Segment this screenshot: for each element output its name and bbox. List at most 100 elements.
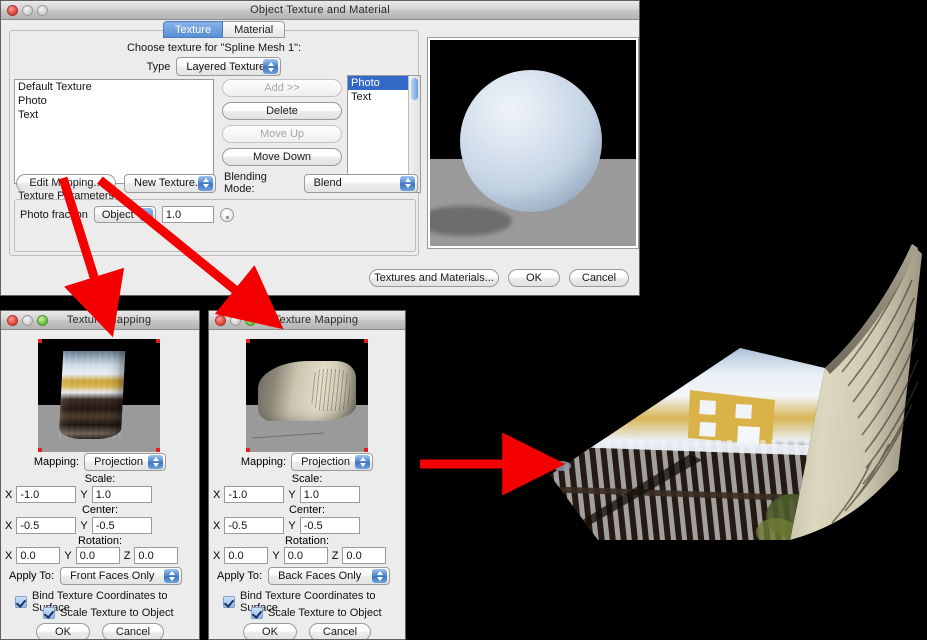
selection-handle[interactable]	[156, 339, 160, 343]
rotation-y-label: Y	[64, 549, 72, 562]
center-y-input[interactable]: -0.5	[91, 517, 152, 534]
checkbox-icon[interactable]	[15, 596, 27, 608]
zoom-icon[interactable]	[37, 4, 48, 16]
window-controls[interactable]	[1, 314, 48, 326]
checkbox-icon[interactable]	[43, 607, 55, 619]
center-label: Center:	[81, 504, 119, 516]
blending-mode-value: Blend	[313, 177, 342, 189]
minimize-icon[interactable]	[22, 4, 33, 16]
parameter-source-dropdown[interactable]: Object	[93, 206, 156, 223]
center-x-input[interactable]: -0.5	[224, 517, 285, 534]
tab-material[interactable]: Material	[223, 21, 286, 38]
mapping-type-dropdown[interactable]: Projection	[291, 453, 374, 471]
parameter-value-field[interactable]: 1.0	[161, 206, 214, 223]
move-up-button[interactable]: Move Up	[222, 125, 342, 143]
list-item[interactable]: Text	[15, 108, 213, 122]
selection-handle[interactable]	[364, 448, 368, 452]
rotation-label: Rotation:	[284, 535, 330, 547]
texture-type-dropdown[interactable]: Layered Texture	[176, 57, 282, 76]
window-controls[interactable]	[209, 314, 256, 326]
selection-handle[interactable]	[38, 448, 42, 452]
center-x-label: X	[213, 519, 221, 532]
cancel-button[interactable]: Cancel	[102, 623, 164, 639]
delete-button[interactable]: Delete	[222, 102, 342, 120]
texture-type-value: Layered Texture	[186, 60, 266, 73]
blending-mode-dropdown[interactable]: Blend	[303, 173, 418, 193]
scale-x-label: X	[213, 488, 221, 501]
ok-button[interactable]: OK	[243, 623, 297, 639]
rotation-z-input[interactable]: 0.0	[134, 547, 179, 564]
tab-texture[interactable]: Texture	[163, 21, 224, 38]
choose-texture-prompt: Choose texture for "Spline Mesh 1":	[126, 42, 302, 54]
textures-and-materials-button[interactable]: Textures and Materials...	[369, 269, 499, 287]
ok-button[interactable]: OK	[36, 623, 90, 639]
rotation-label: Rotation:	[77, 535, 123, 547]
mesh-corner-highlight	[553, 461, 571, 471]
checkbox-icon[interactable]	[223, 596, 235, 608]
center-y-label: Y	[288, 519, 296, 532]
minimize-icon[interactable]	[230, 314, 241, 326]
checkbox-icon[interactable]	[251, 607, 263, 619]
scale-texture-checkbox-row[interactable]: Scale Texture to Object	[43, 607, 174, 619]
mapping-type-dropdown[interactable]: Projection	[84, 453, 167, 471]
apply-to-value: Back Faces Only	[278, 570, 362, 582]
rotation-y-input[interactable]: 0.0	[75, 547, 120, 564]
window-controls[interactable]	[1, 4, 48, 16]
apply-to-dropdown[interactable]: Front Faces Only	[60, 567, 183, 585]
mapping-left-mapping-row: Mapping: Projection	[1, 453, 199, 471]
new-texture-dropdown[interactable]: New Texture...	[124, 173, 216, 193]
apply-to-value: Front Faces Only	[70, 570, 155, 582]
mapping-right-titlebar[interactable]: Texture Mapping	[209, 311, 405, 330]
scrollbar-thumb[interactable]	[411, 78, 418, 100]
rotation-x-input[interactable]: 0.0	[224, 547, 269, 564]
apply-to-row: Apply To: Front Faces Only	[9, 567, 183, 585]
available-textures-list[interactable]: Default Texture Photo Text	[14, 79, 214, 184]
layer-action-buttons: Add >> Delete Move Up Move Down	[222, 79, 342, 166]
cancel-button[interactable]: Cancel	[309, 623, 371, 639]
scale-texture-label: Scale Texture to Object	[268, 607, 382, 619]
selection-handle[interactable]	[364, 339, 368, 343]
selection-handle[interactable]	[156, 448, 160, 452]
scale-x-input[interactable]: -1.0	[224, 486, 285, 503]
rotation-z-input[interactable]: 0.0	[342, 547, 387, 564]
mapping-type-value: Projection	[301, 456, 351, 468]
zoom-icon[interactable]	[245, 314, 256, 326]
texture-mapping-window-back: Texture Mapping Mapping: Projection Scal…	[208, 310, 406, 640]
text-mapping-preview[interactable]	[246, 339, 368, 452]
apply-to-dropdown[interactable]: Back Faces Only	[268, 567, 391, 585]
main-window-title: Object Texture and Material	[250, 4, 390, 16]
rotation-x-input[interactable]: 0.0	[16, 547, 61, 564]
type-row: Type Layered Texture	[10, 57, 418, 76]
main-window-titlebar[interactable]: Object Texture and Material	[1, 1, 639, 20]
scale-x-input[interactable]: -1.0	[16, 486, 77, 503]
list-item[interactable]: Photo	[15, 94, 213, 108]
scale-y-input[interactable]: 1.0	[299, 486, 360, 503]
mapping-label: Mapping:	[33, 456, 80, 468]
close-icon[interactable]	[7, 314, 18, 326]
parameter-row: Photo fraction Object 1.0	[20, 206, 234, 223]
mapping-right-mapping-row: Mapping: Projection	[209, 453, 405, 471]
scale-y-input[interactable]: 1.0	[91, 486, 152, 503]
move-down-button[interactable]: Move Down	[222, 148, 342, 166]
selection-handle[interactable]	[246, 448, 250, 452]
center-x-input[interactable]: -0.5	[16, 517, 77, 534]
photo-mapped-mesh	[58, 351, 126, 439]
close-icon[interactable]	[7, 4, 18, 16]
center-y-input[interactable]: -0.5	[299, 517, 360, 534]
selection-handle[interactable]	[38, 339, 42, 343]
rotation-y-input[interactable]: 0.0	[283, 547, 328, 564]
close-icon[interactable]	[215, 314, 226, 326]
zoom-icon[interactable]	[37, 314, 48, 326]
minimize-icon[interactable]	[22, 314, 33, 326]
chevron-updown-icon	[355, 455, 371, 469]
parameter-source-value: Object	[101, 208, 134, 221]
photo-mapping-preview[interactable]	[38, 339, 160, 452]
mapping-left-titlebar[interactable]: Texture Mapping	[1, 311, 199, 330]
list-item[interactable]: Default Texture	[15, 80, 213, 94]
selection-handle[interactable]	[246, 339, 250, 343]
parameter-options-icon[interactable]	[219, 207, 234, 222]
material-preview-panel[interactable]	[427, 37, 639, 249]
add-button[interactable]: Add >>	[222, 79, 342, 97]
scale-texture-checkbox-row[interactable]: Scale Texture to Object	[251, 607, 382, 619]
text-mapped-mesh	[258, 361, 356, 421]
